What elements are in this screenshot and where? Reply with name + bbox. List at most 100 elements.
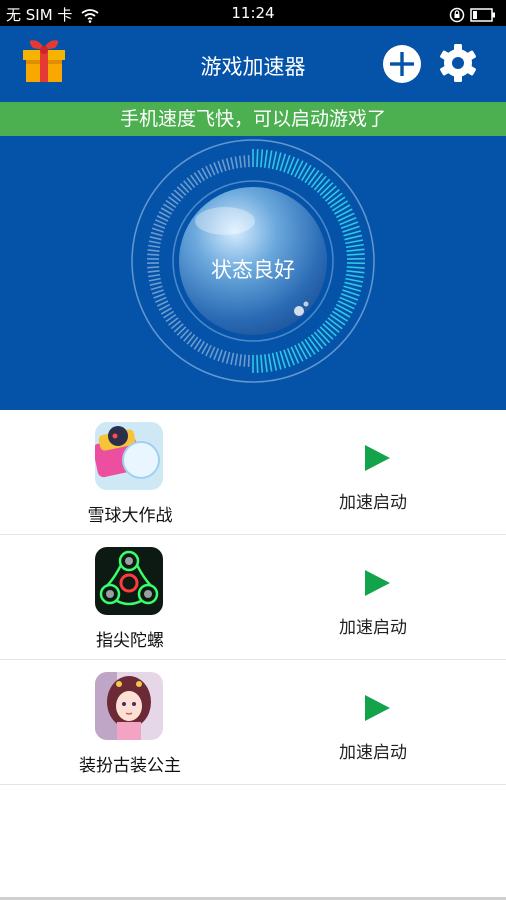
- gauge-tick: [230, 352, 235, 365]
- gauge-tick: [304, 338, 316, 355]
- gauge-tick: [297, 342, 308, 360]
- gauge-tick: [247, 155, 250, 168]
- gauge-tick: [334, 204, 351, 215]
- gauge-tick: [149, 236, 162, 241]
- launch-button[interactable]: 加速启动: [318, 613, 428, 638]
- gauge-tick: [322, 185, 337, 199]
- game-name: 雪球大作战: [87, 506, 173, 526]
- rotation-lock-icon: [449, 7, 465, 22]
- play-icon[interactable]: [362, 443, 392, 473]
- gauge-tick: [319, 326, 334, 340]
- gauge-tick: [271, 352, 278, 371]
- gauge-tick: [148, 244, 161, 249]
- gauge-tick: [150, 231, 163, 237]
- gauge-tick: [147, 249, 160, 252]
- gauge-tick: [154, 219, 167, 226]
- gauge-tick: [316, 328, 331, 344]
- play-icon[interactable]: [362, 568, 392, 598]
- gauge-tick: [304, 167, 316, 184]
- gauge-tick: [156, 215, 169, 222]
- battery-icon: [470, 7, 495, 22]
- game-name: 装扮古装公主: [79, 756, 181, 776]
- fidget-spinner-icon[interactable]: [95, 547, 163, 615]
- gauge-tick: [297, 162, 308, 180]
- gauge-tick: [319, 182, 334, 196]
- gift-icon[interactable]: [19, 38, 69, 84]
- launch-button[interactable]: 加速启动: [318, 738, 428, 763]
- gauge-tick: [225, 351, 231, 364]
- snowball-game-icon[interactable]: [95, 422, 163, 490]
- gauge-tick: [234, 353, 239, 366]
- hero-section: 状态良好: [0, 136, 506, 410]
- gauge-tick: [271, 151, 278, 170]
- gauge-tick: [151, 227, 164, 233]
- gauge-tick: [263, 354, 268, 373]
- gauge-tick: [307, 336, 320, 353]
- gauge-tick: [150, 285, 163, 291]
- play-icon[interactable]: [362, 693, 392, 723]
- gauge-tick: [329, 313, 346, 326]
- gauge-tick: [310, 172, 324, 188]
- gauge-tick: [209, 346, 216, 359]
- gauge-tick: [156, 300, 169, 307]
- gauge-tick: [331, 200, 348, 212]
- game-row: 指尖陀螺 加速启动: [0, 535, 506, 660]
- launch-button[interactable]: 加速启动: [318, 488, 428, 513]
- gauge-tick: [324, 188, 340, 202]
- game-name: 指尖陀螺: [96, 631, 164, 651]
- app-title: 游戏加速器: [200, 55, 306, 79]
- princess-dressup-icon[interactable]: [95, 672, 163, 740]
- gauge-tick: [217, 349, 223, 362]
- gauge-tick: [213, 162, 220, 174]
- gauge-tick: [247, 354, 250, 367]
- app-bar: 游戏加速器: [0, 26, 506, 102]
- gauge-tick: [324, 320, 340, 334]
- gauge-tick: [234, 156, 239, 169]
- gauge-tick: [346, 248, 365, 252]
- gauge-tick: [230, 157, 235, 170]
- gauge-tick: [153, 293, 166, 299]
- gauge-tick: [345, 243, 364, 249]
- gauge-tick: [238, 354, 243, 367]
- status-bar: 无 SIM 卡 11:24: [0, 0, 506, 26]
- gauge-tick: [260, 149, 264, 168]
- gauge-tick: [334, 307, 351, 318]
- gauge-tick: [327, 192, 343, 205]
- settings-gear-icon[interactable]: [438, 43, 478, 83]
- gauge-tick: [267, 150, 273, 169]
- gauge-tick: [243, 155, 246, 168]
- gauge-tick: [301, 340, 312, 358]
- gauge-tick: [256, 354, 259, 373]
- gauge-tick: [344, 234, 363, 241]
- gauge-tick: [221, 159, 227, 172]
- gauge-tick: [331, 310, 348, 322]
- gauge-tick: [313, 331, 327, 347]
- gauge-tick: [221, 350, 227, 363]
- gauge-tick: [322, 323, 337, 337]
- gauge-tick: [313, 175, 327, 191]
- game-row: 装扮古装公主 加速启动: [0, 660, 506, 785]
- gauge-tick: [256, 149, 259, 168]
- gauge-tick: [345, 239, 364, 245]
- gauge-tick: [225, 158, 231, 171]
- clock: 11:24: [231, 4, 275, 22]
- speed-status-banner: 手机速度飞快，可以启动游戏了: [0, 102, 506, 136]
- gauge-tick: [329, 196, 346, 209]
- system-icons: [449, 5, 496, 23]
- gauge-tick: [209, 163, 216, 176]
- gauge-tick: [275, 351, 282, 370]
- gauge-tick: [213, 348, 220, 360]
- gauge-tick: [343, 285, 362, 292]
- gauge-tick: [310, 334, 324, 350]
- gauge-tick: [263, 149, 268, 168]
- gauge-tick: [301, 164, 312, 182]
- gauge-tick: [153, 223, 166, 229]
- gauge-tick: [148, 240, 161, 245]
- gauge-tick: [243, 354, 246, 367]
- gauge-tick: [343, 230, 362, 237]
- add-button[interactable]: [382, 44, 422, 84]
- game-row: 雪球大作战 加速启动: [0, 410, 506, 535]
- gauge-tick: [260, 354, 264, 373]
- gauge-tick: [217, 160, 223, 173]
- status-text: 状态良好: [211, 258, 295, 282]
